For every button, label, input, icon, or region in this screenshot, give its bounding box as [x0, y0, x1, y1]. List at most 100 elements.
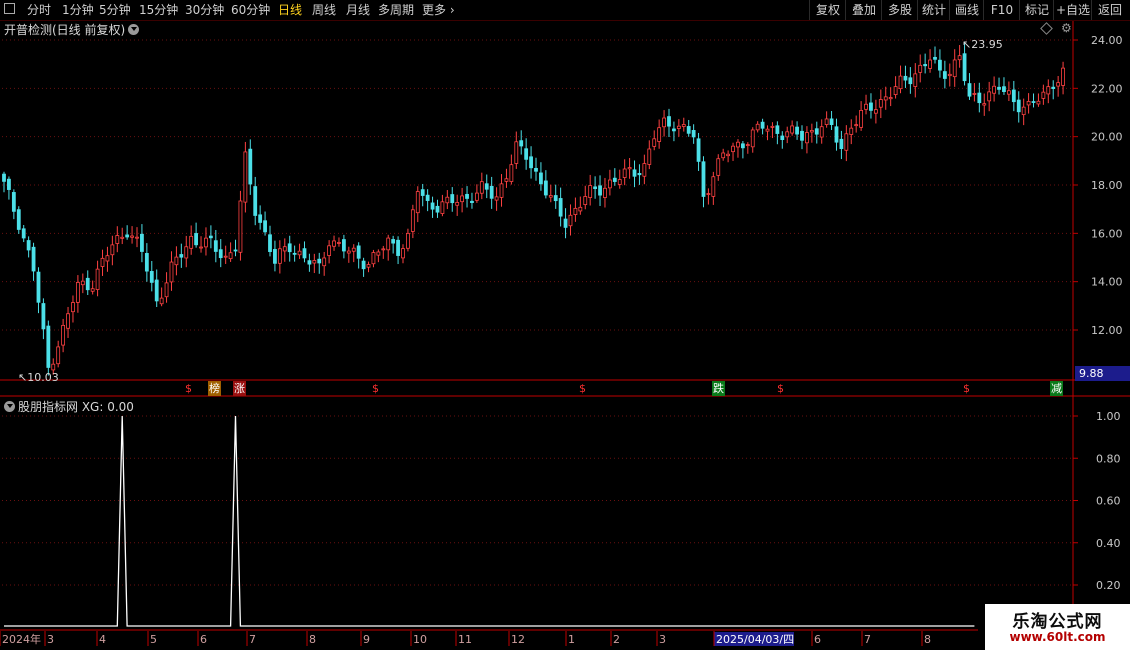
candle-body [711, 176, 716, 197]
candle-body [332, 240, 336, 247]
candle-body [992, 85, 997, 94]
candle-body [775, 125, 780, 134]
time-label: 12 [511, 633, 525, 646]
time-label: 7 [864, 633, 871, 646]
indicator-title-text: 股朋指标网 XG: 0.00 [18, 400, 134, 414]
candle-body [120, 236, 125, 239]
candle-body [337, 242, 341, 244]
candle-body [1002, 86, 1006, 92]
candle-body [248, 148, 253, 185]
candle-body [519, 140, 524, 147]
candle-body [962, 53, 967, 82]
candle-body [686, 126, 691, 134]
dropdown-circle-icon[interactable] [128, 24, 140, 35]
candle-body [731, 145, 735, 153]
candle-body [2, 173, 6, 182]
time-label: 4 [99, 633, 106, 646]
candle-body [795, 126, 799, 135]
candle-body [780, 135, 785, 141]
candle-body [66, 313, 70, 329]
candle-body [893, 86, 898, 95]
candle-body [928, 59, 932, 69]
candle-body [277, 248, 282, 264]
time-label: 2025/04/03/四 [716, 633, 794, 646]
candle-body [755, 123, 760, 131]
candle-body [967, 83, 972, 97]
candle-body [672, 128, 676, 132]
event-marker[interactable]: 涨 [233, 381, 246, 396]
event-marker[interactable]: 减 [1050, 381, 1063, 396]
candle-body [351, 247, 356, 252]
event-marker[interactable]: 跌 [712, 381, 725, 396]
candle-body [46, 325, 51, 368]
candle-body [760, 121, 765, 129]
candle-body [233, 249, 238, 252]
indicator-dropdown-icon[interactable] [4, 401, 15, 412]
candle-body [144, 253, 149, 272]
time-label: 8 [309, 633, 316, 646]
candle-body [529, 156, 533, 169]
watermark-url: www.60lt.com [1009, 630, 1106, 644]
chart-canvas[interactable]: 24.00 22.00 20.00 18.00 16.00 14.00 12.00 1.00… [0, 0, 1130, 650]
candle-body [228, 252, 233, 260]
price-tick-label: 20.00 [1091, 131, 1123, 144]
candle-body [253, 186, 258, 216]
candle-body [1036, 100, 1041, 105]
candle-body [834, 126, 839, 143]
candle-body [617, 179, 622, 185]
candle-body [642, 163, 647, 177]
candle-body [745, 144, 750, 146]
candle-body [588, 185, 593, 198]
candle-body [740, 143, 745, 149]
candle-body [174, 256, 179, 266]
event-marker[interactable]: $ [962, 381, 971, 396]
candle-body [706, 193, 711, 195]
candle-body [800, 130, 804, 141]
candle-body [1031, 101, 1036, 103]
event-marker[interactable]: $ [184, 381, 193, 396]
candle-body [287, 243, 292, 253]
candle-body [125, 234, 130, 238]
candle-body [598, 185, 602, 196]
candle-body [371, 252, 376, 265]
candle-body [312, 260, 317, 264]
candle-body [593, 186, 598, 190]
candle-body [440, 201, 445, 214]
low-price-value: 10.03 [27, 371, 59, 384]
time-label: 2 [613, 633, 620, 646]
candle-body [721, 152, 726, 159]
candle-body [169, 261, 174, 283]
candle-body [194, 233, 199, 246]
candle-body [607, 179, 612, 189]
candle-body [460, 195, 465, 203]
candle-body [947, 73, 952, 77]
candle-body [396, 239, 400, 256]
candle-body [420, 189, 425, 196]
candle-body [445, 196, 450, 204]
candle-body [273, 249, 277, 264]
candle-body [327, 245, 332, 256]
candle-body [11, 192, 16, 212]
event-marker[interactable]: $ [371, 381, 380, 396]
candle-body [790, 125, 795, 134]
time-label: 7 [249, 633, 256, 646]
event-marker[interactable]: $ [578, 381, 587, 396]
candle-body [455, 202, 460, 206]
candle-body [997, 86, 1001, 90]
candle-body [386, 237, 391, 251]
candle-body [401, 248, 405, 259]
candle-body [410, 209, 415, 232]
candle-body [923, 64, 928, 67]
panel-frame [0, 21, 1130, 631]
candle-body [406, 232, 410, 249]
event-marker[interactable]: $ [776, 381, 785, 396]
time-label: 1 [568, 633, 575, 646]
candle-body [622, 168, 627, 178]
time-label: 3 [47, 633, 54, 646]
watermark-title: 乐淘公式网 [1012, 612, 1103, 632]
event-marker[interactable]: 榜 [208, 381, 221, 396]
candle-body [474, 192, 479, 201]
candle-body [736, 141, 740, 148]
candle-body [898, 75, 903, 90]
settings-icon[interactable]: ⚙ [1061, 21, 1072, 35]
